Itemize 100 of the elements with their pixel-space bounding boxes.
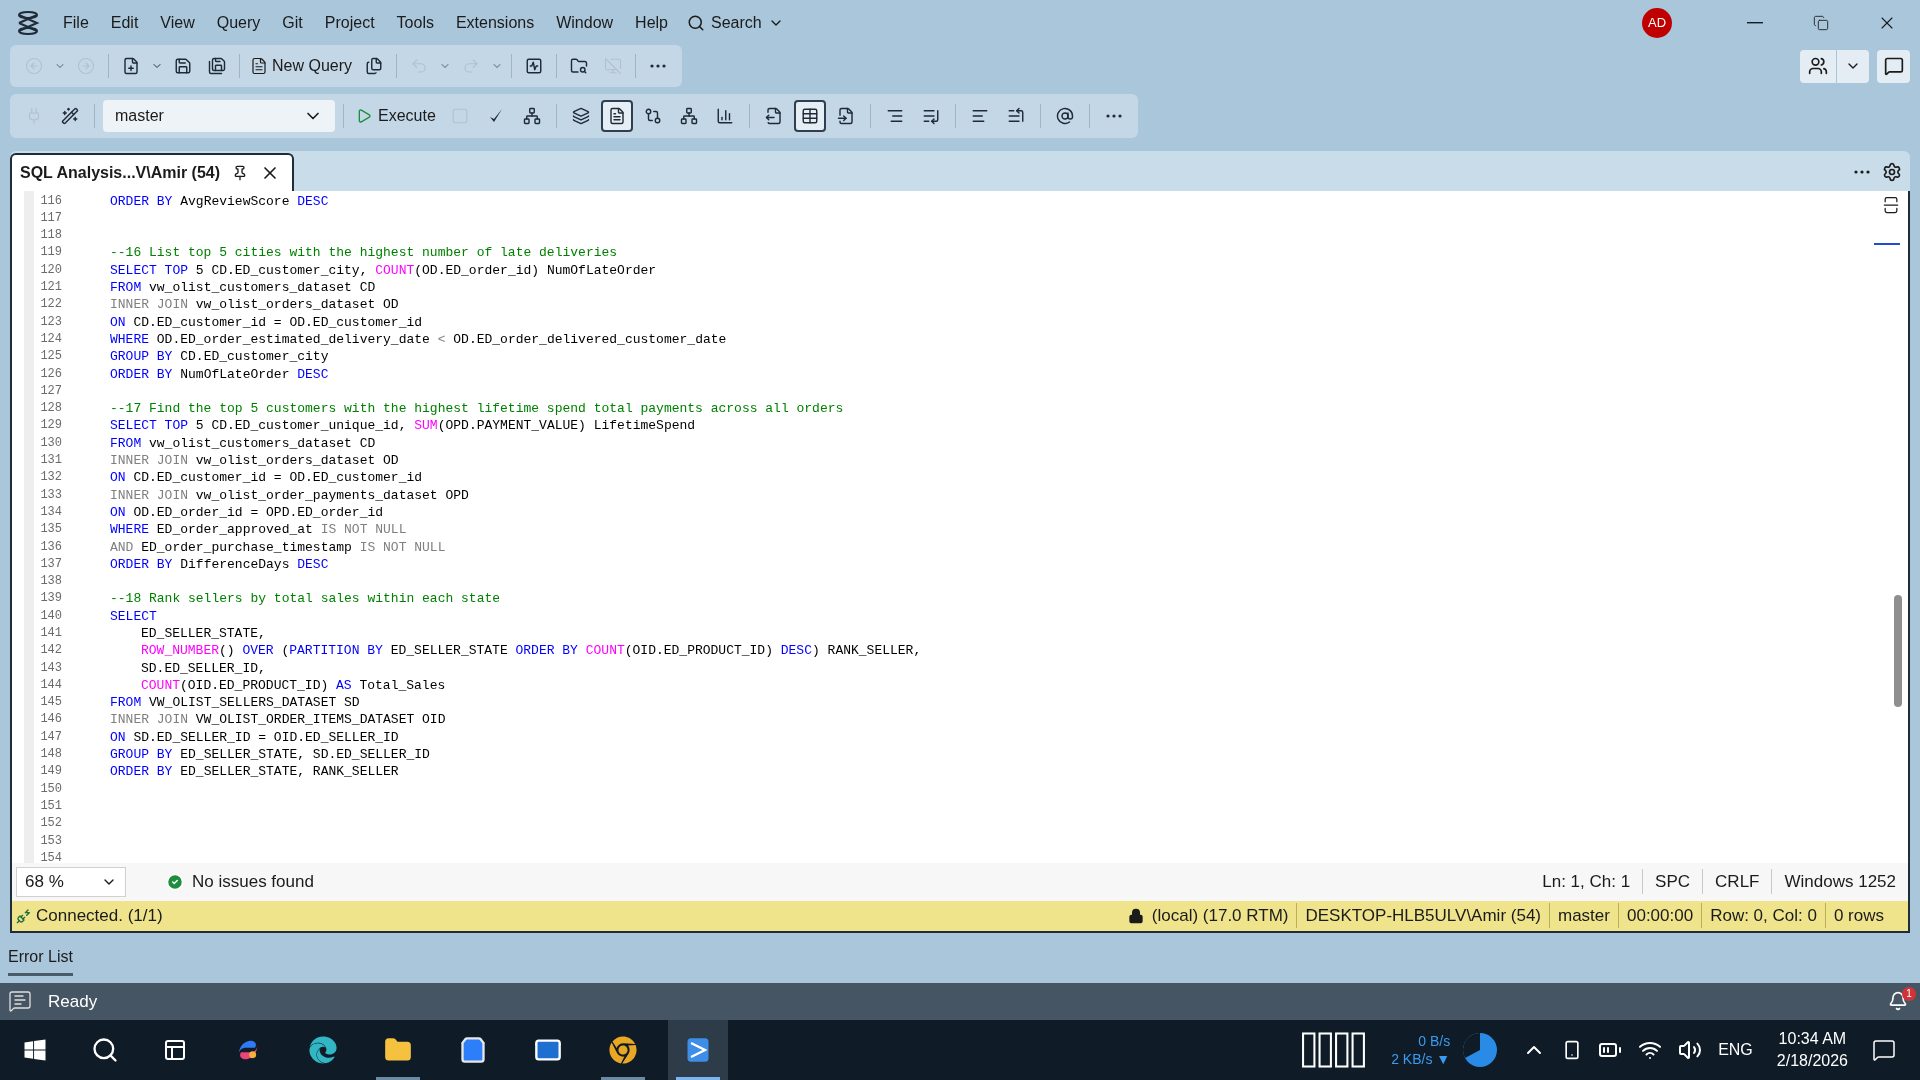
volume-icon[interactable] [1678, 1038, 1703, 1062]
task-view-icon [163, 1038, 187, 1062]
scrollbar-thumb[interactable] [1894, 594, 1902, 707]
user-avatar[interactable]: AD [1642, 7, 1672, 38]
line-number: 116 [39, 192, 62, 210]
menu-item[interactable]: File [52, 10, 100, 35]
indent-mode[interactable]: SPC [1642, 868, 1703, 895]
code-line: SELECT TOP 5 CD.ED_customer_unique_id, SUM(OPD.PAYMENT_VALUE) LifetimeSpend [110, 417, 696, 435]
issues-status: No issues found [192, 870, 314, 893]
line-number: 147 [39, 728, 62, 746]
clock-date[interactable]: 2/18/2026 [1776, 1050, 1848, 1072]
line-ending[interactable]: CRLF [1702, 868, 1772, 895]
encoding[interactable]: Windows 1252 [1771, 868, 1908, 895]
elapsed-time: 00:00:00 [1617, 902, 1702, 929]
code-line: ON CD.ED_customer_id = OD.ED_customer_id [110, 313, 423, 331]
line-number: 148 [39, 746, 62, 764]
taskbar-app[interactable] [668, 1020, 728, 1080]
search-icon [687, 13, 705, 32]
menu-item[interactable]: Window [545, 10, 625, 35]
code-line: ORDER BY NumOfLateOrder DESC [110, 365, 329, 383]
menu-item[interactable]: Extensions [444, 10, 546, 35]
menu-item[interactable]: Help [624, 10, 679, 35]
code-line: INNER JOIN vw_olist_orders_dataset OD [110, 452, 399, 470]
menu-item[interactable]: Project [313, 10, 386, 35]
notification-badge: 1 [1902, 987, 1916, 1002]
cursor-position: Ln: 1, Ch: 1 [1541, 870, 1632, 893]
split-icon[interactable] [1881, 194, 1901, 215]
feedback-button[interactable] [1877, 49, 1910, 83]
line-number: 121 [39, 279, 62, 297]
code-line: INNER JOIN VW_OLIST_ORDER_ITEMS_DATASET OID [110, 711, 446, 729]
check-circle-icon [166, 872, 184, 891]
code-line: GROUP BY CD.ED_customer_city [110, 348, 329, 366]
code-line: ON SD.ED_SELLER_ID = OID.ED_SELLER_ID [110, 728, 399, 747]
line-number: 122 [39, 296, 62, 314]
line-number: 136 [39, 538, 62, 556]
code-line: FROM vw_olist_customers_dataset CD [110, 434, 376, 453]
line-number: 127 [39, 382, 62, 400]
line-number: 126 [39, 365, 62, 383]
document-button[interactable] [600, 99, 633, 132]
code-line: --17 Find the top 5 customers with the highest lifetime spend total payments across all orders [110, 400, 844, 418]
code-line: --18 Rank sellers by total sales within each state [110, 590, 501, 608]
row-count: 0 rows [1824, 902, 1892, 929]
code-line: SD.ED_SELLER_ID, [141, 659, 266, 677]
table-button[interactable] [793, 99, 826, 132]
wave-icon [309, 1036, 337, 1064]
new-query-button[interactable]: New Query [246, 50, 357, 83]
line-number: 128 [39, 400, 62, 418]
line-number: 137 [39, 555, 62, 573]
row-column: Row: 0, Col: 0 [1701, 902, 1825, 929]
settings-icon[interactable] [1882, 161, 1902, 182]
zoom-dropdown[interactable]: 68 % [16, 866, 126, 897]
language-indicator[interactable]: ENG [1718, 1038, 1753, 1062]
restore-icon [1813, 14, 1829, 31]
execute-button[interactable]: Execute [352, 99, 440, 132]
menu-item[interactable]: Edit [99, 10, 150, 35]
folder-icon [384, 1036, 412, 1064]
windows-icon [23, 1038, 47, 1062]
error-list-tab[interactable]: Error List [8, 944, 73, 976]
code-line: ED_SELLER_STATE, [141, 625, 266, 643]
download-speed: 2 KB/s ▼ [1391, 1050, 1451, 1068]
collaboration-split-button[interactable] [1800, 49, 1869, 83]
line-number: 135 [39, 521, 62, 539]
document-tab[interactable]: SQL Analysis...V\Amir (54) [10, 152, 295, 191]
database-dropdown[interactable]: master [103, 99, 335, 132]
notification-icon[interactable] [1872, 1038, 1896, 1062]
line-number: 139 [39, 590, 62, 608]
search-menu[interactable]: Search [679, 10, 792, 35]
line-number: 151 [39, 797, 62, 815]
upload-speed: 0 B/s [1418, 1032, 1451, 1050]
code-line: ON OD.ED_order_id = OPD.ED_order_id [110, 503, 384, 522]
server-name: (local) (17.0 RTM) [1151, 904, 1290, 927]
line-number: 138 [39, 573, 62, 591]
line-number: 149 [39, 763, 62, 781]
pie-icon [1462, 1032, 1499, 1068]
line-number: 152 [39, 815, 62, 833]
search-icon [91, 1036, 119, 1064]
code-line: AND ED_order_purchase_timestamp IS NOT NULL [110, 538, 446, 556]
menu-item[interactable]: Query [205, 10, 272, 35]
menu-item[interactable]: Git [271, 10, 314, 35]
code-line: FROM vw_olist_customers_dataset CD [110, 279, 376, 297]
line-number: 146 [39, 711, 62, 729]
menu-item[interactable]: View [149, 10, 206, 35]
line-number: 129 [39, 417, 62, 435]
more-icon[interactable] [1854, 169, 1870, 174]
line-number: 145 [39, 694, 62, 712]
code-line: INNER JOIN vw_olist_order_payments_dataset OPD [110, 486, 469, 504]
code-line: WHERE OD.ED_order_estimated_delivery_date < OD.ED_order_delivered_customer_date [110, 330, 727, 349]
menu-item[interactable]: Tools [385, 10, 445, 35]
status-text: Ready [48, 990, 98, 1013]
line-number: 123 [39, 313, 62, 331]
user-name: DESKTOP-HLB5ULV\Amir (54) [1296, 902, 1549, 929]
line-number: 150 [39, 780, 62, 798]
code-line: ORDER BY AvgReviewScore DESC [110, 192, 329, 210]
bell-icon[interactable] [1888, 991, 1908, 1012]
play-icon [356, 107, 372, 124]
plug-icon [16, 907, 32, 924]
line-number: 124 [39, 330, 62, 348]
clock-time[interactable]: 10:34 AM [1778, 1028, 1847, 1050]
line-number: 131 [39, 452, 62, 470]
document-icon [250, 57, 268, 76]
